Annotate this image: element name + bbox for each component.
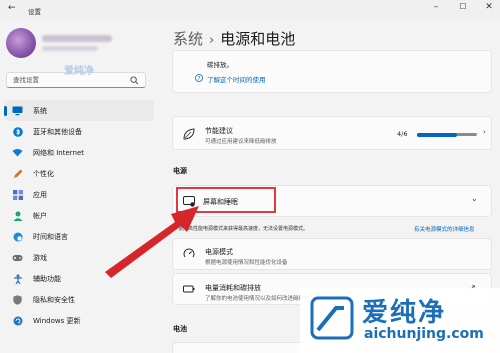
logo-text-cn: 爱纯净	[362, 298, 447, 328]
chevron-right-icon: ›	[483, 128, 486, 136]
bluetooth-icon	[12, 126, 23, 137]
energy-title: 节能建议	[205, 127, 233, 135]
svg-text:?: ?	[198, 76, 201, 82]
eco-card: 碳排放。 ? 了解这个时间的使用	[172, 50, 492, 93]
watermark-text: 爱纯净	[64, 66, 94, 77]
sidebar-item-label: 游戏	[33, 253, 47, 262]
sidebar-item-label: 个性化	[33, 169, 54, 178]
monitor-icon	[12, 105, 23, 116]
power-mode-card[interactable]: 电源模式 根据电源使用情况和性能优化设备	[172, 238, 492, 270]
energy-desc: 可通过应用建议来降低碳排放	[205, 139, 277, 145]
power-mode-desc: 根据电源使用情况和性能优化设备	[205, 260, 288, 266]
user-email-blurred	[42, 46, 98, 51]
logo-text-en: aichunjing.com	[364, 326, 484, 342]
power-mode-help-link[interactable]: 有关电源模式的详细信息	[414, 225, 475, 233]
gamepad-icon	[12, 252, 23, 263]
sidebar-item-network[interactable]: 网络和 Internet	[4, 142, 154, 163]
apps-icon	[12, 189, 23, 200]
sidebar-item-personalization[interactable]: 个性化	[4, 163, 154, 184]
person-icon	[12, 210, 23, 221]
wifi-icon	[12, 147, 23, 158]
power-mode-title: 电源模式	[205, 248, 233, 256]
minimize-button[interactable]: –	[430, 2, 442, 12]
power-usage-title: 电量消耗和碳排放	[205, 284, 261, 292]
sidebar-item-label: 辅助功能	[33, 274, 61, 283]
chevron-down-icon[interactable]: ⌄	[471, 194, 478, 203]
title-bar: ← 设置 – ☐ ✕	[0, 0, 500, 20]
leaf-icon	[183, 128, 195, 140]
energy-recommendations-card[interactable]: 节能建议 可通过应用建议来降低碳排放 4/6 ›	[172, 116, 492, 150]
sidebar-item-label: 网络和 Internet	[33, 148, 85, 157]
app-title: 设置	[28, 8, 41, 16]
sidebar-item-bluetooth[interactable]: 蓝牙和其他设备	[4, 121, 154, 142]
close-button[interactable]: ✕	[483, 2, 495, 12]
eco-link[interactable]: 了解这个时间的使用	[207, 74, 266, 84]
breadcrumb: 系统 › 电源和电池	[173, 28, 295, 49]
sidebar-item-label: 帐户	[33, 211, 47, 220]
battery-leaf-icon	[183, 285, 195, 293]
globe-clock-icon	[12, 231, 23, 242]
sidebar-item-label: 时间和语言	[33, 232, 68, 241]
back-arrow-icon[interactable]: ←	[8, 3, 16, 13]
annotation-arrow	[105, 206, 199, 278]
section-heading-power: 电源	[173, 167, 187, 175]
sidebar-item-windows-update[interactable]: Windows 更新	[4, 310, 154, 331]
sidebar-item-label: 应用	[33, 190, 47, 199]
logo-watermark: 爱纯净 aichunjing.com	[300, 288, 500, 353]
accessibility-icon	[12, 273, 23, 284]
section-heading-battery: 电池	[173, 325, 187, 333]
logo-mark-icon	[310, 296, 354, 340]
search-icon[interactable]	[130, 76, 139, 85]
sidebar-item-label: Windows 更新	[33, 316, 81, 325]
sidebar-item-label: 隐私和安全性	[33, 295, 75, 304]
shield-icon	[12, 294, 23, 305]
help-icon: ?	[195, 74, 203, 82]
sidebar-item-system[interactable]: 系统	[4, 100, 154, 121]
energy-progress-fill	[417, 132, 458, 137]
sidebar-item-label: 蓝牙和其他设备	[33, 127, 82, 136]
eco-text: 碳排放。	[207, 61, 233, 69]
user-name-blurred	[42, 35, 112, 42]
power-usage-desc: 了解你的电池使用情况以及如何改进碳排放	[205, 296, 310, 302]
energy-progress-bar	[417, 132, 477, 137]
chevron-right-icon: ›	[209, 33, 215, 48]
maximize-button[interactable]: ☐	[457, 2, 469, 11]
sidebar-item-label: 系统	[33, 106, 47, 115]
page-title: 电源和电池	[220, 30, 296, 48]
energy-count: 4/6	[397, 130, 408, 138]
breadcrumb-parent[interactable]: 系统	[173, 30, 203, 48]
pen-icon	[12, 168, 23, 179]
sidebar-item-privacy[interactable]: 隐私和安全性	[4, 289, 154, 310]
avatar[interactable]	[6, 28, 36, 58]
update-icon	[12, 315, 23, 326]
